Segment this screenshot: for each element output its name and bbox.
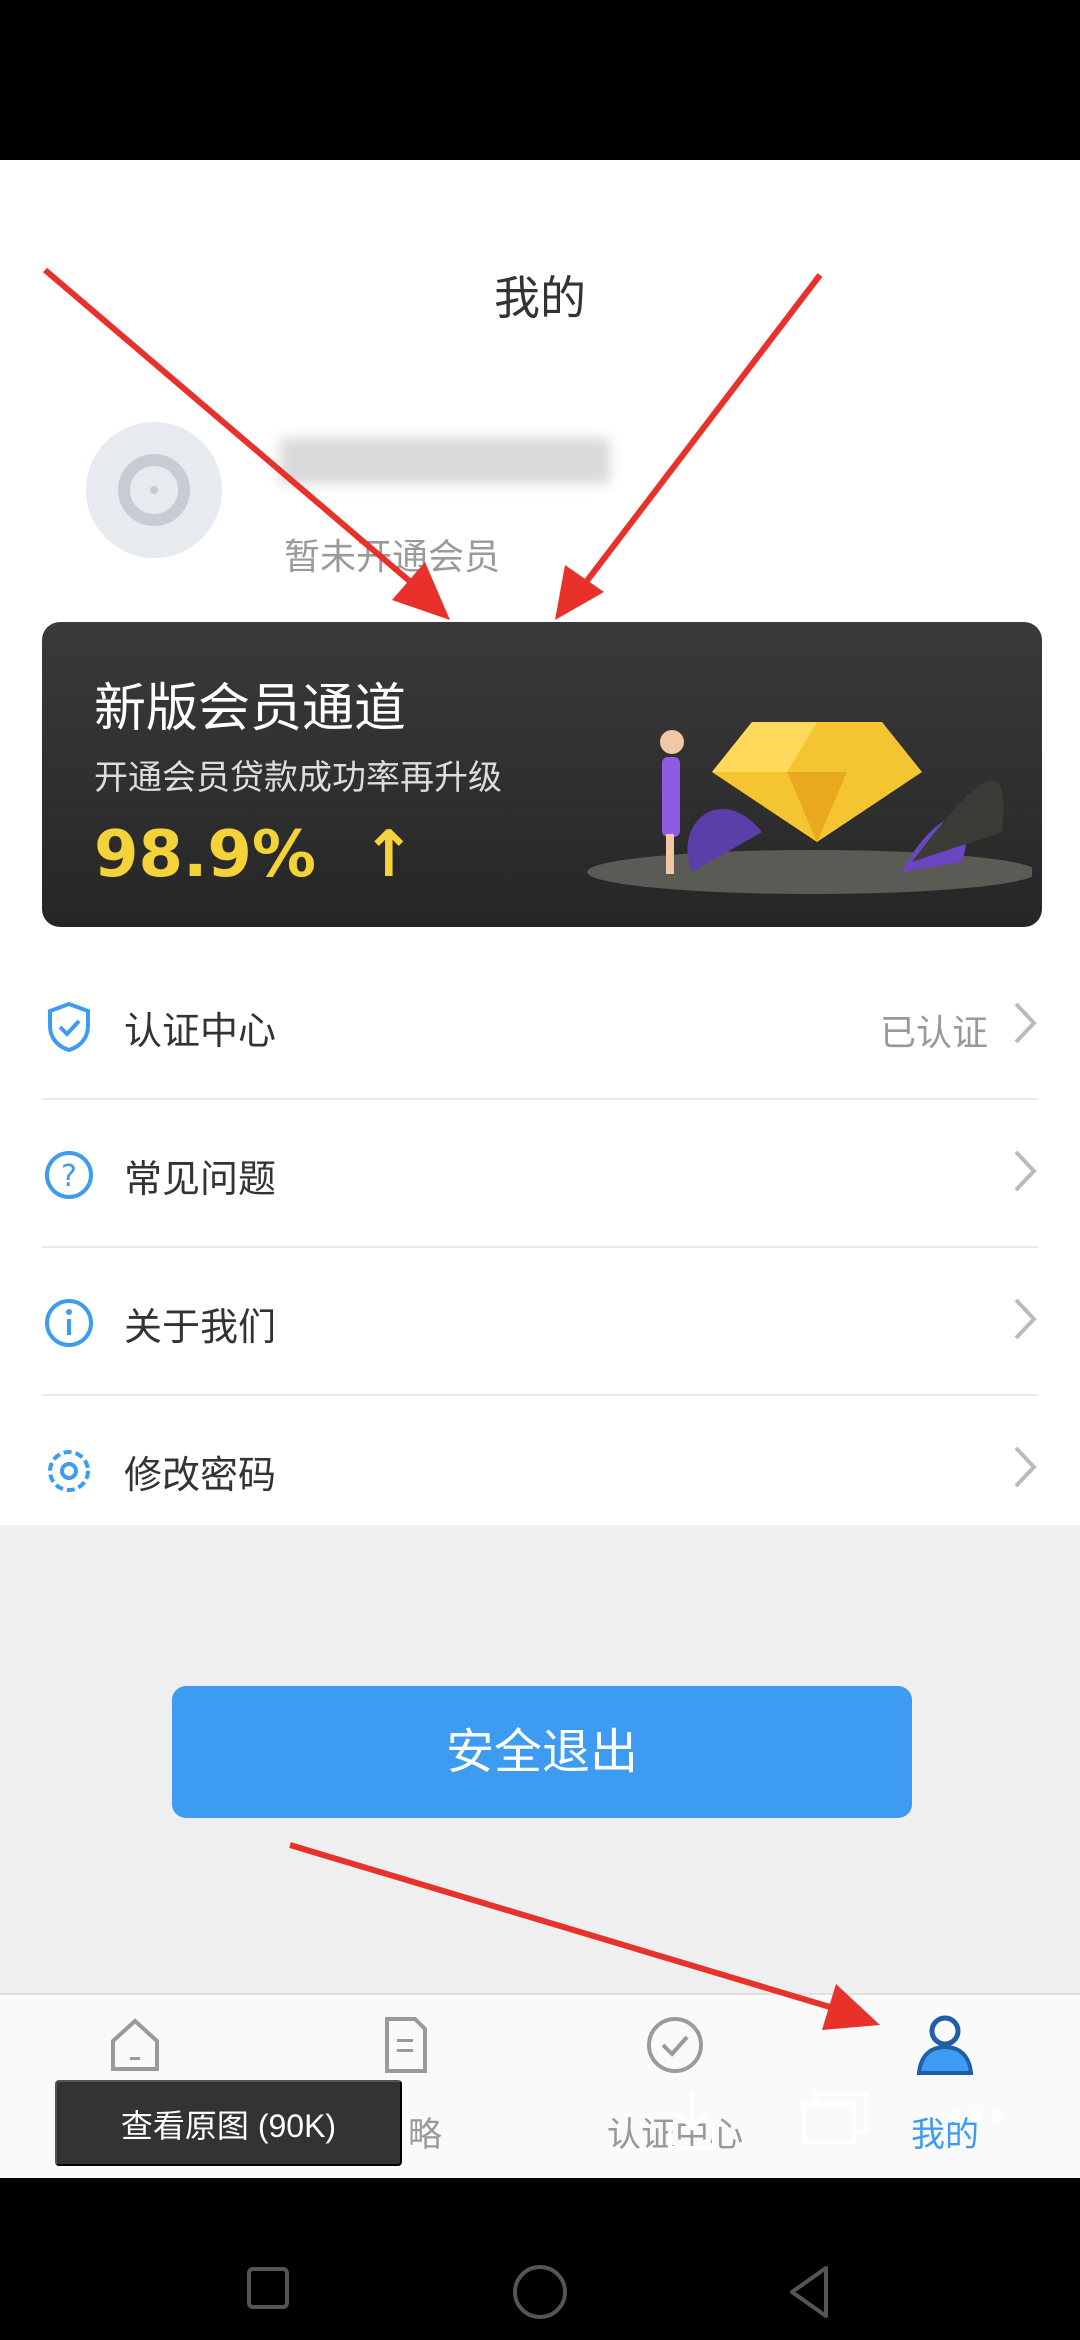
view-original-button[interactable]: 查看原图 (90K) <box>55 2080 402 2166</box>
more-icon[interactable] <box>946 2108 1006 2124</box>
home-button-icon[interactable] <box>512 2264 568 2320</box>
annotation-arrows <box>43 267 880 2030</box>
recent-apps-icon[interactable] <box>246 2266 290 2310</box>
back-icon[interactable] <box>786 2264 830 2320</box>
share-icon[interactable] <box>800 2090 870 2146</box>
download-icon[interactable] <box>664 2088 720 2152</box>
system-nav-bar <box>0 2178 1080 2340</box>
